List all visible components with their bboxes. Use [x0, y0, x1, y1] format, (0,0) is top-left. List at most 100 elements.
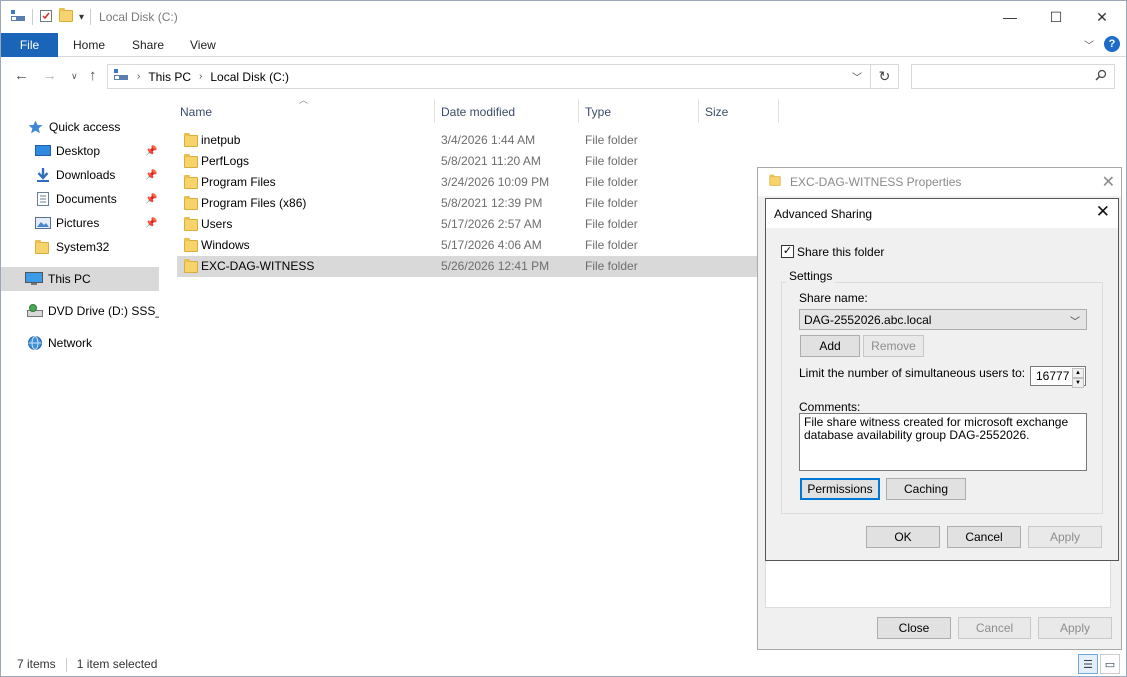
file-row-selected[interactable]: EXC-DAG-WITNESS 5/26/2026 12:41 PM File …: [177, 256, 759, 277]
file-row[interactable]: Windows 5/17/2026 4:06 AM File folder: [177, 235, 759, 256]
expand-ribbon-icon[interactable]: ﹀: [1084, 37, 1094, 52]
remove-button[interactable]: Remove: [863, 335, 924, 357]
column-header-date[interactable]: Date modified: [441, 103, 515, 123]
chevron-down-icon[interactable]: ﹀: [1070, 313, 1080, 328]
tab-home[interactable]: Home: [59, 33, 119, 57]
properties-title: EXC-DAG-WITNESS Properties: [790, 175, 962, 189]
nav-item-desktop[interactable]: Desktop 📌: [1, 139, 159, 163]
file-date: 5/8/2021 11:20 AM: [441, 154, 541, 168]
pictures-icon: [35, 216, 51, 230]
nav-item-system32[interactable]: System32: [1, 235, 159, 259]
breadcrumb-local-disk[interactable]: Local Disk (C:): [210, 70, 289, 84]
comments-textarea[interactable]: File share witness created for microsoft…: [799, 413, 1087, 471]
file-row[interactable]: inetpub 3/4/2026 1:44 AM File folder: [177, 130, 759, 151]
file-name: inetpub: [201, 133, 241, 147]
spinner-down-icon[interactable]: ▼: [1072, 378, 1084, 388]
nav-item-dvd-drive[interactable]: DVD Drive (D:) SSS_X6: [1, 299, 159, 323]
tab-file[interactable]: File: [1, 33, 58, 57]
nav-item-label: This PC: [48, 272, 91, 286]
forward-icon[interactable]: →: [42, 67, 57, 84]
details-view-icon[interactable]: ☰: [1078, 654, 1098, 674]
nav-item-label: Pictures: [56, 216, 100, 230]
quick-access-toolbar: ▾: [10, 7, 92, 26]
ok-button[interactable]: OK: [866, 526, 940, 548]
file-row[interactable]: Program Files (x86) 5/8/2021 12:39 PM Fi…: [177, 193, 759, 214]
properties-icon[interactable]: [39, 9, 53, 26]
nav-item-quick-access[interactable]: Quick access: [1, 115, 159, 139]
file-row[interactable]: Program Files 3/24/2026 10:09 PM File fo…: [177, 172, 759, 193]
share-folder-checkbox[interactable]: ✓: [781, 245, 794, 258]
search-box[interactable]: [911, 64, 1115, 89]
column-divider[interactable]: [698, 99, 699, 123]
file-date: 5/8/2021 12:39 PM: [441, 196, 543, 210]
column-divider[interactable]: [578, 99, 579, 123]
caching-button[interactable]: Caching: [886, 478, 966, 500]
file-row[interactable]: Users 5/17/2026 2:57 AM File folder: [177, 214, 759, 235]
large-icons-view-icon[interactable]: ▭: [1100, 654, 1120, 674]
breadcrumb-separator-icon[interactable]: ›: [137, 71, 140, 82]
file-name: Users: [201, 217, 233, 231]
refresh-icon[interactable]: ↻: [870, 65, 898, 88]
breadcrumb-separator-icon[interactable]: ›: [199, 71, 202, 82]
download-icon: [35, 168, 51, 182]
cancel-button[interactable]: Cancel: [947, 526, 1021, 548]
column-header-name[interactable]: Name: [180, 103, 212, 123]
tab-share[interactable]: Share: [118, 33, 178, 57]
documents-icon: [35, 192, 51, 206]
qat-dropdown-icon[interactable]: ▾: [79, 12, 84, 23]
add-button[interactable]: Add: [800, 335, 860, 357]
column-header-type[interactable]: Type: [585, 103, 611, 123]
file-type: File folder: [585, 175, 638, 189]
maximize-button[interactable]: ☐: [1033, 1, 1079, 33]
address-bar[interactable]: › This PC › Local Disk (C:) ﹀ ↻: [107, 64, 899, 89]
minimize-button[interactable]: —: [987, 1, 1033, 33]
file-row[interactable]: PerfLogs 5/8/2021 11:20 AM File folder: [177, 151, 759, 172]
file-date: 3/4/2026 1:44 AM: [441, 133, 536, 147]
nav-item-downloads[interactable]: Downloads 📌: [1, 163, 159, 187]
file-name: EXC-DAG-WITNESS: [201, 259, 315, 273]
share-folder-label[interactable]: Share this folder: [797, 245, 884, 259]
nav-item-this-pc[interactable]: This PC: [1, 267, 159, 291]
file-type: File folder: [585, 154, 638, 168]
close-icon[interactable]: ✕: [1102, 172, 1115, 192]
apply-button[interactable]: Apply: [1028, 526, 1102, 548]
breadcrumb-this-pc[interactable]: This PC: [148, 70, 191, 84]
file-name: Program Files: [201, 175, 276, 189]
qat-separator: [32, 9, 33, 25]
nav-item-label: DVD Drive (D:) SSS_X6: [48, 304, 159, 318]
dvd-icon: [27, 304, 43, 318]
nav-item-documents[interactable]: Documents 📌: [1, 187, 159, 211]
nav-item-label: Desktop: [56, 144, 101, 158]
column-divider[interactable]: [434, 99, 435, 123]
column-divider[interactable]: [778, 99, 779, 123]
close-button[interactable]: ✕: [1079, 1, 1125, 33]
recent-locations-icon[interactable]: ∨: [71, 71, 78, 82]
cancel-button[interactable]: Cancel: [958, 617, 1031, 639]
back-icon[interactable]: ←: [14, 67, 29, 84]
spinner-up-icon[interactable]: ▲: [1072, 368, 1084, 378]
help-icon[interactable]: ?: [1104, 36, 1120, 52]
user-limit-spinner[interactable]: 16777 ▲ ▼: [1030, 366, 1086, 388]
ribbon-controls: ﹀ ?: [1084, 36, 1120, 52]
pin-icon[interactable]: 📌: [145, 170, 157, 181]
pin-icon[interactable]: 📌: [145, 146, 157, 157]
column-header-size[interactable]: Size: [705, 103, 728, 123]
file-type: File folder: [585, 238, 638, 252]
pin-icon[interactable]: 📌: [145, 218, 157, 229]
nav-item-pictures[interactable]: Pictures 📌: [1, 211, 159, 235]
file-date: 5/17/2026 2:57 AM: [441, 217, 542, 231]
limit-users-label: Limit the number of simultaneous users t…: [799, 366, 1026, 380]
address-dropdown-icon[interactable]: ﹀: [852, 69, 862, 84]
folder-icon: [184, 195, 198, 210]
new-folder-icon[interactable]: [59, 7, 73, 25]
comments-label: Comments:: [799, 400, 861, 414]
apply-button[interactable]: Apply: [1038, 617, 1112, 639]
share-name-combobox[interactable]: DAG-2552026.abc.local ﹀: [799, 309, 1087, 330]
nav-item-network[interactable]: Network: [1, 331, 159, 355]
tab-view[interactable]: View: [176, 33, 230, 57]
close-button[interactable]: Close: [877, 617, 951, 639]
pin-icon[interactable]: 📌: [145, 194, 157, 205]
close-icon[interactable]: ✕: [1096, 202, 1110, 222]
permissions-button[interactable]: Permissions: [800, 478, 880, 500]
up-icon[interactable]: ↑: [89, 67, 97, 84]
